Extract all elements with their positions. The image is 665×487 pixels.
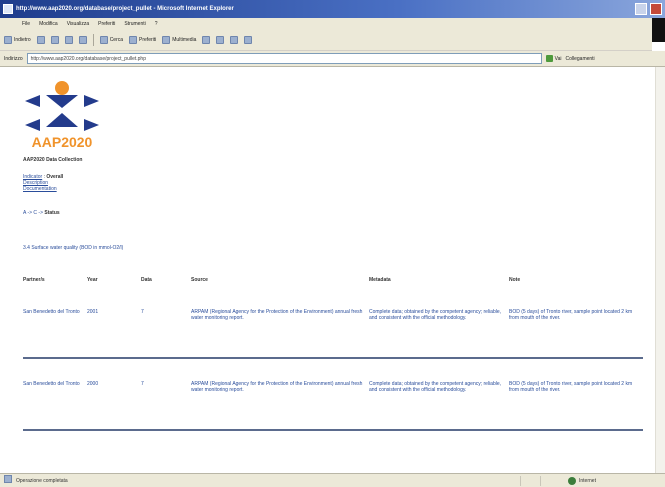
media-button[interactable]: Multimedia xyxy=(162,36,196,44)
breadcrumb-prefix[interactable]: A -> C -> xyxy=(23,210,43,216)
address-bar: Indirizzo http://www.aap2020.org/databas… xyxy=(0,51,665,67)
data-table: Partner/s Year Data Source Metadata Note… xyxy=(23,277,643,431)
cell-partner: San Benedetto del Tronto xyxy=(23,381,80,387)
media-icon xyxy=(162,36,171,44)
status-text: Operazione completata xyxy=(16,477,68,484)
search-label: Cerca xyxy=(109,37,124,43)
status-cell xyxy=(520,475,540,486)
status-cell xyxy=(540,475,560,486)
address-value: http://www.aap2020.org/database/project_… xyxy=(30,55,146,62)
menu-tools[interactable]: Strumenti xyxy=(124,21,145,27)
header-partners: Partner/s xyxy=(23,277,45,283)
go-button[interactable]: Vai xyxy=(545,55,562,62)
globe-icon xyxy=(568,476,576,485)
favorites-button[interactable]: Preferiti xyxy=(129,36,156,44)
table-header: Partner/s Year Data Source Metadata Note xyxy=(23,277,643,287)
search-button[interactable]: Cerca xyxy=(99,36,124,44)
documentation-link[interactable]: Documentation xyxy=(23,186,63,192)
status-text-area: Operazione completata xyxy=(0,474,520,484)
status-bar: Operazione completata Internet xyxy=(0,473,665,487)
ie-icon xyxy=(3,4,13,14)
menu-edit[interactable]: Modifica xyxy=(39,21,58,27)
refresh-icon[interactable] xyxy=(64,36,73,44)
menu-help[interactable]: ? xyxy=(155,21,158,27)
back-arrow-icon xyxy=(4,36,12,44)
indicator-current: Overall xyxy=(46,174,64,180)
cell-data: 7 xyxy=(141,381,144,387)
links-button[interactable]: Collegamenti xyxy=(565,56,594,62)
header-data: Data xyxy=(141,277,152,283)
go-arrow-icon xyxy=(545,55,553,62)
address-input[interactable]: http://www.aap2020.org/database/project_… xyxy=(26,53,542,64)
page-viewport: AAP2020 AAP2020 Data Collection Indicato… xyxy=(0,67,665,473)
cell-source: ARPAM (Regional Agency for the Protectio… xyxy=(191,309,363,321)
aap2020-logo: AAP2020 xyxy=(25,81,99,150)
cell-year: 2001 xyxy=(87,309,99,315)
star-icon xyxy=(129,36,138,44)
cell-partner: San Benedetto del Tronto xyxy=(23,309,80,315)
window-titlebar: http://www.aap2020.org/database/project_… xyxy=(0,0,665,18)
mail-icon[interactable] xyxy=(216,36,225,44)
header-year: Year xyxy=(87,277,98,283)
go-label: Vai xyxy=(554,55,562,62)
vertical-scrollbar[interactable] xyxy=(655,67,665,473)
row-divider xyxy=(23,429,643,431)
table-row: San Benedetto del Tronto 2001 7 ARPAM (R… xyxy=(23,287,643,357)
history-icon[interactable] xyxy=(202,36,211,44)
toolbar: Indietro Cerca Preferiti Multimedia xyxy=(0,30,652,51)
favorites-label: Preferiti xyxy=(139,37,157,43)
cell-data: 7 xyxy=(141,309,144,315)
cell-metadata: Complete data; obtained by the competent… xyxy=(369,309,502,321)
toolbar-separator xyxy=(92,34,94,46)
menu-bar: File Modifica Visualizza Preferiti Strum… xyxy=(0,18,652,30)
header-metadata: Metadata xyxy=(369,277,391,283)
window-title: http://www.aap2020.org/database/project_… xyxy=(16,6,234,12)
cell-source: ARPAM (Regional Agency for the Protectio… xyxy=(191,381,363,393)
back-button[interactable]: Indietro xyxy=(4,36,31,44)
zone-label: Internet xyxy=(579,477,596,484)
cell-year: 2000 xyxy=(87,381,99,387)
search-icon xyxy=(99,36,108,44)
breadcrumb: A -> C -> Status xyxy=(23,210,60,216)
site-title: AAP2020 Data Collection xyxy=(23,157,83,163)
media-label: Multimedia xyxy=(172,37,197,43)
security-zone: Internet xyxy=(560,476,596,485)
logo-text: AAP2020 xyxy=(32,134,93,150)
back-label: Indietro xyxy=(14,37,31,43)
cell-note: BOD (5 days) of Tronto river, sample poi… xyxy=(509,309,633,321)
home-icon[interactable] xyxy=(78,36,87,44)
menu-file[interactable]: File xyxy=(22,21,30,27)
menu-favorites[interactable]: Preferiti xyxy=(98,21,115,27)
close-button[interactable] xyxy=(650,3,662,15)
page-icon xyxy=(4,474,12,483)
forward-arrow-icon[interactable] xyxy=(36,36,45,44)
cell-note: BOD (5 days) of Tronto river, sample poi… xyxy=(509,381,633,393)
cell-metadata: Complete data; obtained by the competent… xyxy=(369,381,502,393)
minimize-button[interactable] xyxy=(635,3,647,15)
menu-view[interactable]: Visualizza xyxy=(67,21,89,27)
window-edge xyxy=(652,18,665,42)
address-label: Indirizzo xyxy=(4,55,23,62)
nav-links: Indicator : Overall Description Document… xyxy=(23,174,64,192)
header-source: Source xyxy=(191,277,208,283)
print-icon[interactable] xyxy=(230,36,239,44)
breadcrumb-status: Status xyxy=(44,210,60,216)
indicator-heading: 3.4 Surface water quality (BOD in mmol-O… xyxy=(23,245,124,251)
table-row: San Benedetto del Tronto 2000 7 ARPAM (R… xyxy=(23,359,643,429)
header-note: Note xyxy=(509,277,521,283)
edit-icon[interactable] xyxy=(244,36,253,44)
stop-icon[interactable] xyxy=(50,36,59,44)
